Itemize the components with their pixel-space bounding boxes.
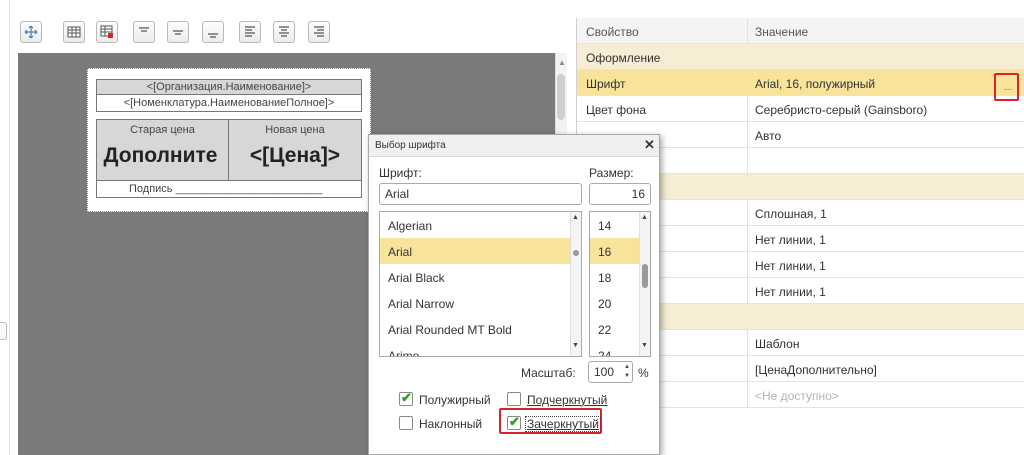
scroll-down-icon[interactable]: ▼ <box>641 342 648 349</box>
property-row[interactable]: Цвет фона Серебристо-серый (Gainsboro) <box>577 96 1024 122</box>
size-list-item[interactable]: 24 <box>590 342 639 356</box>
value-column-header: Значение <box>755 25 809 39</box>
column-separator <box>747 122 748 148</box>
font-label: Шрифт: <box>379 166 422 180</box>
size-list[interactable]: 14 16 18 20 22 24 ▲ ▼ <box>589 211 651 357</box>
align-middle-icon[interactable] <box>167 21 189 43</box>
property-grid-header: Свойство Значение <box>577 18 1024 44</box>
font-size-input[interactable]: 16 <box>589 183 651 205</box>
left-divider <box>9 0 10 455</box>
column-separator <box>747 226 748 252</box>
scroll-down-icon[interactable]: ▼ <box>572 342 579 349</box>
column-separator <box>747 278 748 304</box>
property-category-row[interactable]: Оформление <box>577 44 1024 70</box>
size-list-item[interactable]: 18 <box>590 264 639 290</box>
underline-checkbox[interactable] <box>507 392 521 406</box>
property-value[interactable]: <Не доступно> <box>755 389 839 403</box>
align-bottom-icon[interactable] <box>202 21 224 43</box>
align-right-icon[interactable] <box>308 21 330 43</box>
property-value[interactable]: Авто <box>755 129 781 143</box>
italic-checkbox[interactable] <box>399 416 413 430</box>
new-price-value: <[Цена]> <box>249 144 341 167</box>
align-left-icon[interactable] <box>239 21 261 43</box>
property-name: Шрифт <box>586 77 626 91</box>
font-dialog: Выбор шрифта ✕ Шрифт: Размер: Arial 16 A… <box>368 134 660 455</box>
column-separator <box>747 382 748 408</box>
size-list-scrollbar[interactable]: ▲ ▼ <box>639 212 650 356</box>
strikethrough-checkbox[interactable] <box>507 414 521 430</box>
font-list-scrollbar[interactable]: ▲ ▼ <box>570 212 581 356</box>
scroll-up-icon[interactable]: ▲ <box>558 58 566 67</box>
font-list[interactable]: Algerian Arial Arial Black Arial Narrow Aria… <box>379 211 582 357</box>
table-icon[interactable] <box>63 21 85 43</box>
scroll-up-icon[interactable]: ▲ <box>641 214 648 221</box>
column-separator <box>747 330 748 356</box>
font-list-scroll-thumb[interactable] <box>573 250 579 256</box>
font-dialog-titlebar: Выбор шрифта ✕ <box>369 135 659 157</box>
property-column-header: Свойство <box>586 25 639 39</box>
property-value[interactable]: Нет линии, 1 <box>755 259 826 273</box>
align-top-icon[interactable] <box>133 21 155 43</box>
template-sheet[interactable]: <[Организация.Наименование]> <[Номенклат… <box>87 68 371 212</box>
column-separator <box>747 148 748 174</box>
column-separator <box>747 96 748 122</box>
font-dialog-title: Выбор шрифта <box>375 140 446 151</box>
new-price-cell[interactable]: Новая цена <[Цена]> <box>228 119 362 181</box>
font-list-item[interactable]: Arial Narrow <box>380 290 570 316</box>
font-list-item[interactable]: Arial Black <box>380 264 570 290</box>
canvas-scroll-thumb[interactable] <box>557 74 565 120</box>
column-separator <box>747 18 748 44</box>
font-ellipsis-button[interactable]: ... <box>994 73 1019 101</box>
old-price-value: Дополните <box>103 144 218 167</box>
bold-label[interactable]: Полужирный <box>419 393 491 407</box>
move-icon[interactable] <box>20 21 42 43</box>
column-separator <box>747 200 748 226</box>
size-list-item[interactable]: 22 <box>590 316 639 342</box>
font-list-item[interactable]: Arial Rounded MT Bold <box>380 316 570 342</box>
property-value[interactable]: Шаблон <box>755 337 799 351</box>
size-list-item[interactable]: 14 <box>590 212 639 238</box>
scale-unit: % <box>638 366 649 380</box>
underline-label[interactable]: Подчеркнутый <box>527 393 607 407</box>
size-list-item[interactable]: 16 <box>590 238 639 264</box>
font-list-item[interactable]: Algerian <box>380 212 570 238</box>
scroll-up-icon[interactable]: ▲ <box>572 214 579 221</box>
property-name: Цвет фона <box>586 103 647 117</box>
new-price-label: Новая цена <box>265 124 325 136</box>
old-price-cell[interactable]: Старая цена Дополните <box>96 119 229 181</box>
property-value[interactable]: Сплошная, 1 <box>755 207 827 221</box>
property-value[interactable]: Arial, 16, полужирный <box>755 77 875 91</box>
column-separator <box>747 252 748 278</box>
scale-input[interactable]: 100 ▲ ▼ <box>588 361 633 383</box>
align-center-icon[interactable] <box>273 21 295 43</box>
signature-cell[interactable]: Подпись ________________________ <box>96 180 362 198</box>
scale-spinner-icon[interactable]: ▲ ▼ <box>624 363 630 381</box>
bold-checkbox[interactable] <box>399 390 413 406</box>
old-price-label: Старая цена <box>130 124 195 136</box>
property-value[interactable]: Серебристо-серый (Gainsboro) <box>755 103 927 117</box>
property-value[interactable]: Нет линии, 1 <box>755 285 826 299</box>
close-icon[interactable]: ✕ <box>644 137 655 153</box>
property-value[interactable]: Нет линии, 1 <box>755 233 826 247</box>
strikethrough-label[interactable]: Зачеркнутый <box>525 416 601 432</box>
font-name-input[interactable]: Arial <box>379 183 582 205</box>
side-panel-toggle[interactable] <box>0 322 7 340</box>
property-value[interactable]: [ЦенаДополнительно] <box>755 363 877 377</box>
property-name: Оформление <box>586 51 661 65</box>
table-delete-icon[interactable] <box>96 21 118 43</box>
scale-label: Масштаб: <box>521 366 576 380</box>
size-list-item[interactable]: 20 <box>590 290 639 316</box>
italic-label[interactable]: Наклонный <box>419 417 482 431</box>
org-cell[interactable]: <[Организация.Наименование]> <box>96 79 362 95</box>
font-list-item[interactable]: Arial <box>380 238 570 264</box>
size-list-scroll-thumb[interactable] <box>642 264 648 288</box>
column-separator <box>747 70 748 96</box>
ellipsis-label: ... <box>1004 82 1013 93</box>
nomenclature-cell[interactable]: <[Номенклатура.НаименованиеПолное]> <box>96 94 362 112</box>
size-label: Размер: <box>589 166 634 180</box>
property-row[interactable]: Шрифт Arial, 16, полужирный <box>577 70 1024 96</box>
font-list-item[interactable]: Arimo <box>380 342 570 356</box>
column-separator <box>747 356 748 382</box>
scale-value: 100 <box>594 365 615 379</box>
